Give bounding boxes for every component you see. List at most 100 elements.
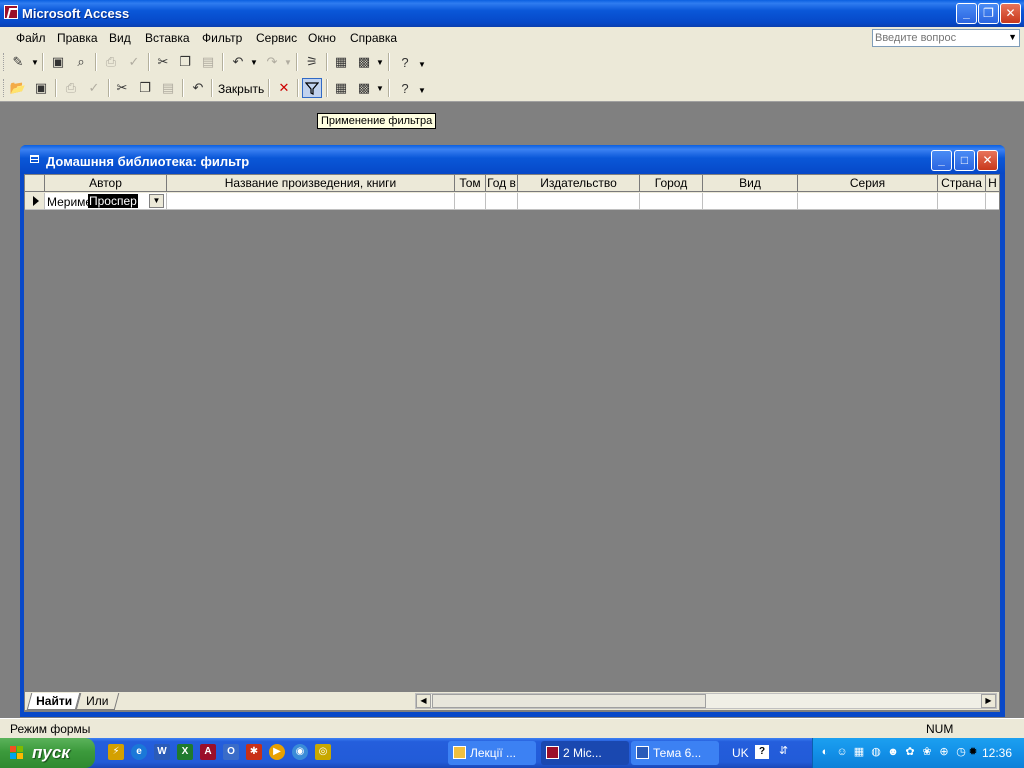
column-header[interactable]: Издательство [518,175,640,192]
column-header[interactable]: Название произведения, книги [167,175,455,192]
toolbar-grip[interactable] [3,79,7,97]
task-explorer[interactable]: Лекції ... [448,741,536,765]
new-object-icon[interactable]: ▩ [354,78,374,98]
quicklaunch-icon[interactable]: ◎ [315,744,331,760]
menu-file[interactable]: Файл [16,31,46,45]
chevron-down-icon[interactable]: ▼ [418,60,426,69]
column-header[interactable]: Год в [486,175,518,192]
toolbar-grip[interactable] [3,53,7,71]
ask-question-box[interactable]: ▼ [872,29,1020,47]
table-cell[interactable] [938,193,986,210]
chevron-down-icon[interactable]: ▼ [31,58,39,67]
close-filter-button[interactable]: Закрыть [218,82,264,96]
header-corner[interactable] [25,175,45,192]
access-app-icon[interactable] [4,5,18,19]
column-header[interactable]: Том [455,175,486,192]
clock[interactable]: 12:36 [982,746,1012,760]
copy-icon[interactable]: ❐ [135,78,155,98]
minimize-button[interactable]: _ [956,3,977,24]
menu-insert[interactable]: Вставка [145,31,190,45]
column-header[interactable]: Н [986,175,999,192]
scroll-right-icon[interactable]: ▶ [981,694,996,708]
redo-icon[interactable]: ↷ [262,52,282,72]
tray-icon[interactable]: ✹ [966,745,980,759]
chevron-down-icon[interactable]: ▼ [149,194,164,208]
print-icon[interactable]: ⎙ [101,52,121,72]
restore-button[interactable]: ❐ [978,3,999,24]
design-view-icon[interactable]: ✎ [8,52,28,72]
menu-help[interactable]: Справка [350,31,397,45]
chevron-down-icon[interactable]: ▼ [250,58,258,67]
quicklaunch-icon[interactable]: ⚡ [108,744,124,760]
spelling-icon[interactable]: ✓ [84,78,104,98]
database-window-icon[interactable]: ▦ [331,78,351,98]
properties-icon[interactable]: ⚞ [302,52,322,72]
undo-icon[interactable]: ↶ [228,52,248,72]
child-maximize-button[interactable]: □ [954,150,975,171]
child-minimize-button[interactable]: _ [931,150,952,171]
horizontal-scrollbar[interactable]: ◀ ▶ [415,693,997,709]
menu-window[interactable]: Окно [308,31,336,45]
copy-icon[interactable]: ❐ [175,52,195,72]
clear-grid-icon[interactable]: ✕ [274,78,294,98]
menu-view[interactable]: Вид [109,31,131,45]
help-icon[interactable]: ? [395,52,415,72]
ask-question-input[interactable] [873,30,1005,46]
print-icon[interactable]: ⎙ [61,78,81,98]
table-cell[interactable] [640,193,703,210]
scroll-thumb[interactable] [432,694,706,708]
language-indicator[interactable]: UK [732,746,749,760]
chevron-down-icon[interactable]: ▼ [376,84,384,93]
tab-or[interactable]: Или [74,693,120,710]
tray-icon[interactable]: ⊕ [937,745,951,759]
task-word[interactable]: Тема 6... [631,741,719,765]
print-preview-icon[interactable]: ⌕ [71,52,91,72]
load-from-query-icon[interactable]: 📂 [8,78,28,98]
menu-tools[interactable]: Сервис [256,31,297,45]
help-icon[interactable]: ? [395,78,415,98]
table-cell[interactable] [703,193,798,210]
chevron-down-icon[interactable]: ▼ [284,58,292,67]
new-object-icon[interactable]: ▩ [354,52,374,72]
tray-icon[interactable]: ✿ [903,745,917,759]
excel-icon[interactable]: X [177,744,193,760]
paste-icon[interactable]: ▤ [198,52,218,72]
language-bar-icon[interactable]: ⇵ [779,744,788,757]
table-cell[interactable] [167,193,455,210]
table-cell[interactable] [798,193,938,210]
save-as-query-icon[interactable]: ▣ [31,78,51,98]
author-cell[interactable]: Мериме Проспер ▼ [45,193,167,210]
database-window-icon[interactable]: ▦ [331,52,351,72]
access-icon[interactable]: A [200,744,216,760]
media-player-icon[interactable]: ▶ [269,744,285,760]
word-icon[interactable]: W [154,744,170,760]
close-button[interactable]: ✕ [1000,3,1021,24]
table-cell[interactable] [986,193,999,210]
tab-find[interactable]: Найти [26,693,82,710]
record-selector[interactable] [25,193,45,210]
column-header[interactable]: Вид [703,175,798,192]
chevron-down-icon[interactable]: ▼ [376,58,384,67]
quicklaunch-icon[interactable]: ◉ [292,744,308,760]
cut-icon[interactable]: ✂ [153,52,173,72]
cut-icon[interactable]: ✂ [112,78,132,98]
chevron-down-icon[interactable]: ▼ [418,86,426,95]
task-access[interactable]: 2 Mic... [541,741,629,765]
undo-icon[interactable]: ↶ [188,78,208,98]
column-header[interactable]: Страна [938,175,986,192]
menu-edit[interactable]: Правка [57,31,98,45]
spelling-icon[interactable]: ✓ [124,52,144,72]
menu-filter[interactable]: Фильтр [202,31,242,45]
paste-icon[interactable]: ▤ [158,78,178,98]
table-cell[interactable] [486,193,518,210]
tray-icon[interactable]: ▦ [852,745,866,759]
tray-icon[interactable]: ☺ [835,745,849,759]
tray-icon[interactable]: ☻ [886,745,900,759]
tray-icon[interactable]: ❀ [920,745,934,759]
start-button[interactable]: пуск [0,738,95,768]
child-close-button[interactable]: ✕ [977,150,998,171]
apply-filter-icon[interactable] [302,78,322,98]
tray-icon[interactable]: ◐ [818,745,832,759]
author-cell-selection[interactable]: Проспер [88,194,138,208]
tray-icon[interactable]: ◍ [869,745,883,759]
